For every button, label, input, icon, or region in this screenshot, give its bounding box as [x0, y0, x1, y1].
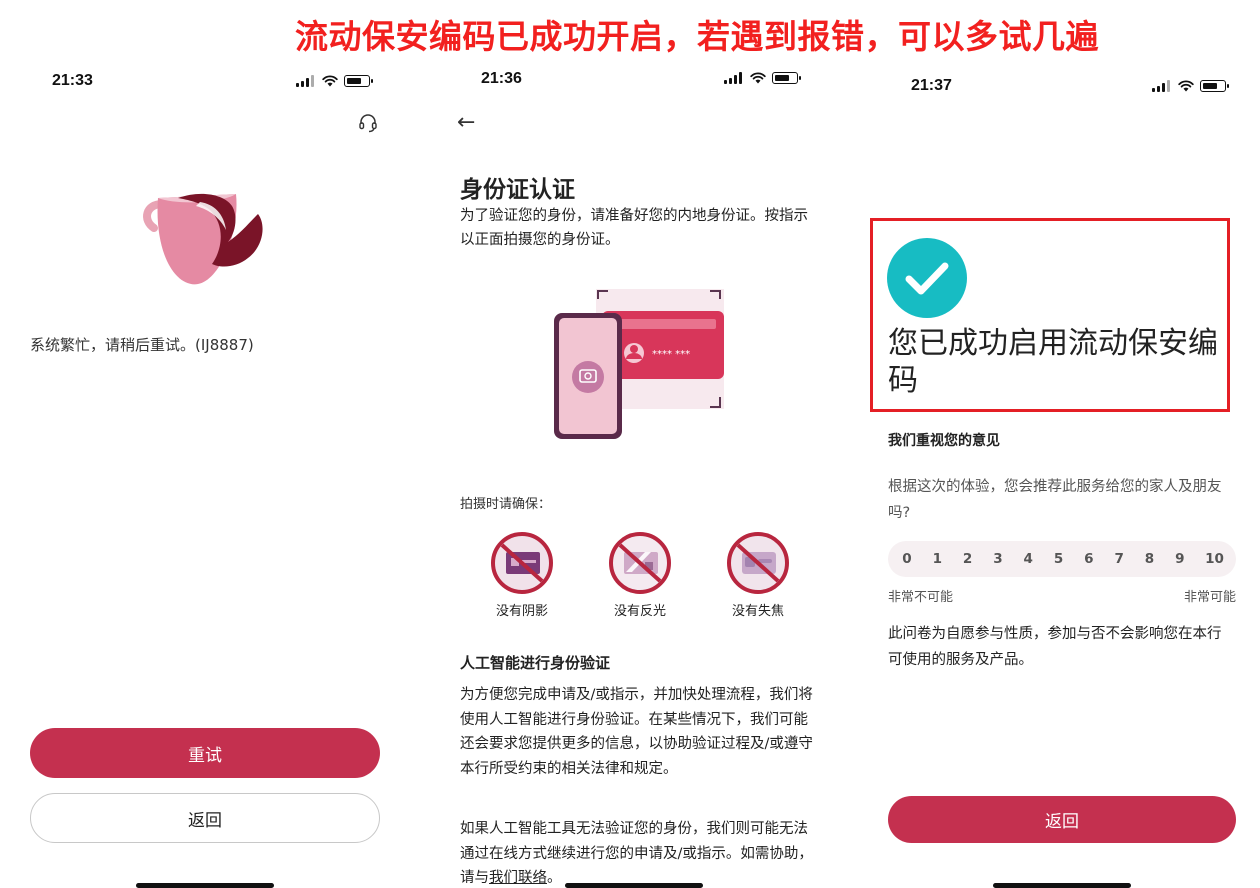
- status-bar: 21:36: [430, 60, 830, 90]
- nps-option-8[interactable]: 8: [1145, 551, 1155, 567]
- ai-paragraph-2: 如果人工智能工具无法验证您的身份，我们则可能无法通过在线方式继续进行您的申请及/…: [460, 817, 815, 888]
- check-circle-icon: [887, 238, 967, 318]
- headset-icon[interactable]: [357, 112, 379, 134]
- back-button[interactable]: 返回: [888, 796, 1236, 843]
- status-time: 21:37: [911, 77, 952, 94]
- wifi-icon: [322, 75, 338, 87]
- annotation-banner: 流动保安编码已成功开启，若遇到报错，可以多试几遍: [295, 17, 1099, 56]
- contact-us-link[interactable]: 我们联络: [489, 870, 547, 886]
- ai-paragraph-1: 为方便您完成申请及/或指示，并加快处理流程，我们将使用人工智能进行身份验证。在某…: [460, 687, 813, 777]
- screen-id-verification: 21:36 ← 身份证认证 为了验证您的身份，请准备好您的内地身份证。按指示以正…: [430, 60, 830, 888]
- tip-label: 没有反光: [613, 604, 666, 619]
- tip-no-shadow: 没有阴影: [482, 530, 562, 619]
- home-indicator: [993, 883, 1131, 888]
- retry-button[interactable]: 重试: [30, 728, 380, 778]
- ai-section-title: 人工智能进行身份验证: [460, 654, 611, 672]
- teacup-icon: [143, 193, 263, 285]
- success-title: 您已成功启用流动保安编码: [888, 326, 1218, 398]
- back-button[interactable]: 返回: [30, 793, 380, 843]
- wifi-icon: [750, 72, 766, 84]
- nps-option-9[interactable]: 9: [1175, 551, 1185, 567]
- nps-option-4[interactable]: 4: [1023, 551, 1033, 567]
- status-icons: [724, 71, 801, 85]
- status-bar: 21:33: [0, 60, 420, 90]
- nps-low-label: 非常不可能: [888, 590, 954, 605]
- no-shadow-icon: [491, 532, 553, 594]
- nps-option-6[interactable]: 6: [1084, 551, 1094, 567]
- battery-icon: [1200, 80, 1229, 92]
- voluntary-note: 此问卷为自愿参与性质，参加与否不会影响您在本行可使用的服务及产品。: [888, 626, 1222, 668]
- tip-no-glare: 没有反光: [600, 530, 680, 619]
- id-card-scan-illustration: **** ***: [554, 289, 724, 439]
- signal-icon: [1152, 80, 1172, 92]
- ai-paragraph-2-end: 。: [547, 870, 562, 886]
- nps-high-label: 非常可能: [1183, 590, 1236, 605]
- status-bar: 21:37: [860, 60, 1260, 94]
- nps-option-0[interactable]: 0: [902, 551, 912, 567]
- ensure-label: 拍摄时请确保：: [460, 497, 552, 512]
- tip-label: 没有失焦: [731, 604, 784, 619]
- wifi-icon: [1178, 80, 1194, 92]
- home-indicator: [565, 883, 703, 888]
- nps-option-7[interactable]: 7: [1114, 551, 1124, 567]
- status-time: 21:33: [52, 72, 93, 89]
- status-icons: [1152, 79, 1229, 93]
- home-indicator: [136, 883, 274, 888]
- page-title: 身份证认证: [460, 177, 575, 203]
- signal-icon: [724, 72, 744, 84]
- error-message: 系统繁忙，请稍后重试。(IJ8887): [30, 336, 254, 354]
- status-time: 21:36: [481, 70, 522, 87]
- page-description: 为了验证您的身份，请准备好您的内地身份证。按指示以正面拍摄您的身份证。: [460, 208, 808, 248]
- nps-option-3[interactable]: 3: [993, 551, 1003, 567]
- nps-scale: 0 1 2 3 4 5 6 7 8 9 10: [888, 541, 1236, 577]
- photo-tips: 没有阴影 没有反光 没有失焦: [460, 530, 820, 619]
- screen-error: 21:33 系统繁忙，请稍后重试。(IJ8887) 重试 返回: [0, 60, 420, 888]
- tip-label: 没有阴影: [495, 604, 548, 619]
- back-arrow-icon[interactable]: ←: [457, 110, 475, 135]
- no-blur-icon: [727, 532, 789, 594]
- card-number-mask: **** ***: [652, 349, 690, 360]
- signal-icon: [296, 75, 316, 87]
- status-icons: [296, 74, 373, 88]
- battery-icon: [344, 75, 373, 87]
- feedback-title: 我们重视您的意见: [888, 433, 1000, 449]
- nps-option-10[interactable]: 10: [1205, 551, 1224, 567]
- nps-option-5[interactable]: 5: [1054, 551, 1064, 567]
- nps-option-2[interactable]: 2: [963, 551, 973, 567]
- feedback-question: 根据这次的体验，您会推荐此服务给您的家人及朋友吗?: [888, 479, 1222, 521]
- screen-success: 21:37 您已成功启用流动保安编码 我们重视您的意见 根据这次的体验，您会推荐…: [860, 60, 1260, 888]
- battery-icon: [772, 72, 801, 84]
- nps-option-1[interactable]: 1: [932, 551, 942, 567]
- no-glare-icon: [609, 532, 671, 594]
- tip-no-blur: 没有失焦: [718, 530, 798, 619]
